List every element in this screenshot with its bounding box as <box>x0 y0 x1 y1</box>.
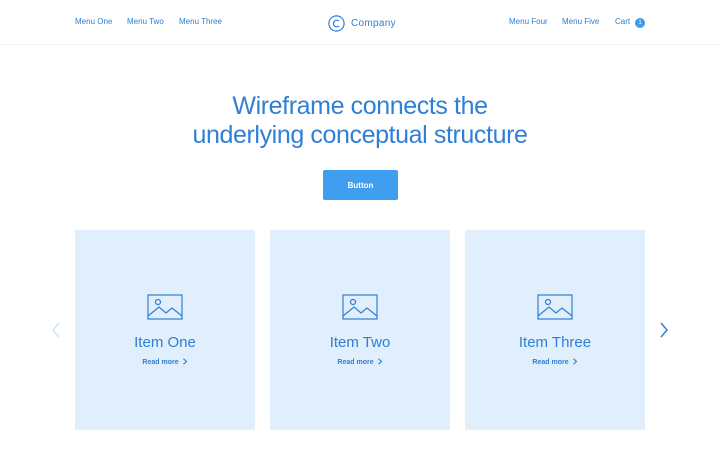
nav-menu-two[interactable]: Menu Two <box>127 17 164 26</box>
read-more-link[interactable]: Read more <box>465 358 645 366</box>
chevron-right-icon <box>377 358 382 365</box>
brand-name: Company <box>351 17 396 29</box>
card-title: Item Two <box>329 334 391 351</box>
hero-headline-line-2: underlying conceptual structure <box>192 121 528 149</box>
card-title: Item One <box>134 334 196 351</box>
page: Menu One Menu Two Menu Three Company Men… <box>0 0 720 450</box>
hero-headline: Wireframe connects the underlying concep… <box>0 92 720 150</box>
nav-menu-three[interactable]: Menu Three <box>179 17 222 26</box>
read-more-link[interactable]: Read more <box>75 358 255 366</box>
read-more-link[interactable]: Read more <box>270 358 450 366</box>
read-more-label: Read more <box>142 359 179 366</box>
carousel-card-item-three[interactable]: Item Three Read more <box>465 230 645 430</box>
top-navigation-bar: Menu One Menu Two Menu Three Company Men… <box>0 0 720 45</box>
read-more-label: Read more <box>337 359 374 366</box>
carousel-card-item-one[interactable]: Item One Read more <box>75 230 255 430</box>
image-placeholder-icon <box>342 294 378 320</box>
cart-count-badge: 1 <box>635 18 645 28</box>
hero-headline-line-1: Wireframe connects the <box>232 92 488 120</box>
read-more-label: Read more <box>532 359 569 366</box>
image-placeholder-icon <box>537 294 573 320</box>
copyright-c-logo-icon <box>328 14 345 32</box>
chevron-right-icon[interactable] <box>659 321 669 339</box>
chevron-left-icon[interactable] <box>51 321 61 339</box>
chevron-right-icon <box>572 358 577 365</box>
chevron-right-icon <box>182 358 187 365</box>
card-title: Item Three <box>518 334 592 351</box>
brand-logo[interactable]: Company <box>328 14 396 32</box>
carousel-card-item-two[interactable]: Item Two Read more <box>270 230 450 430</box>
nav-menu-four[interactable]: Menu Four <box>509 17 548 26</box>
image-placeholder-icon <box>147 294 183 320</box>
hero-cta-button[interactable]: Button <box>323 170 398 200</box>
nav-menu-five[interactable]: Menu Five <box>562 17 599 26</box>
nav-cart[interactable]: Cart <box>615 17 630 26</box>
nav-menu-one[interactable]: Menu One <box>75 17 112 26</box>
